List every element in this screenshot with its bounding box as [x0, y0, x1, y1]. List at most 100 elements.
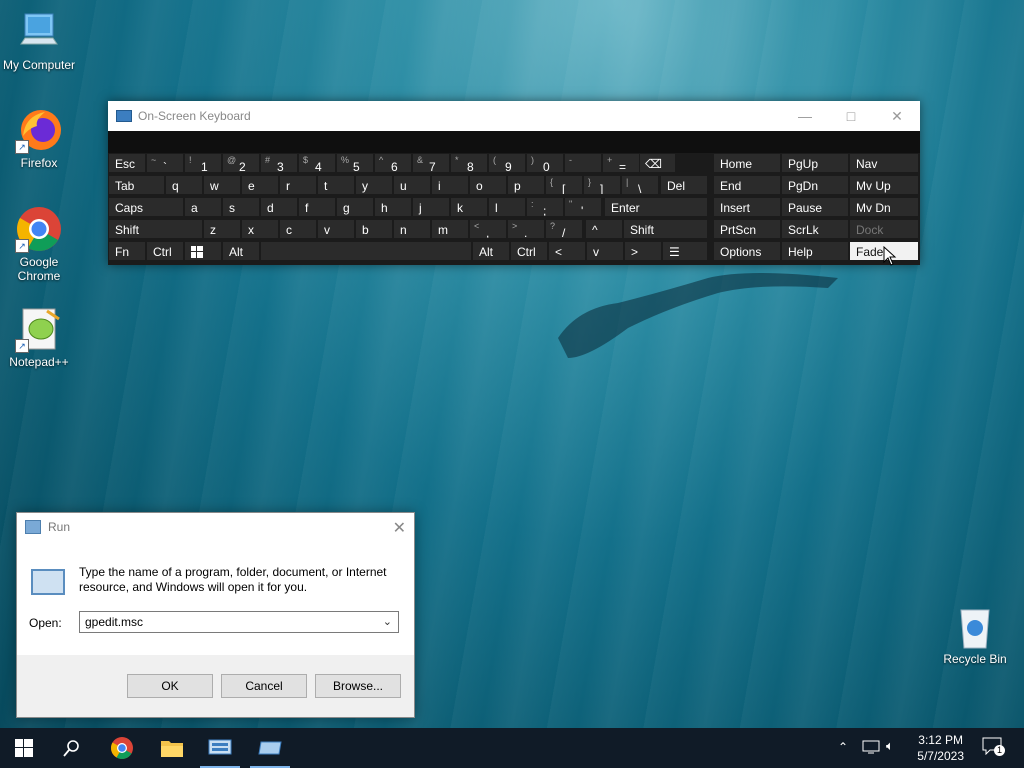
key-backspace[interactable]: ⌫	[638, 153, 676, 173]
key-del[interactable]: Del	[660, 175, 708, 195]
key-a[interactable]: a	[184, 197, 222, 217]
key-e[interactable]: e	[241, 175, 279, 195]
key-alt-right[interactable]: Alt	[472, 241, 510, 261]
key-mv-up[interactable]: Mv Up	[849, 175, 919, 195]
clock[interactable]: 3:12 PM 5/7/2023	[917, 732, 964, 764]
key-num-0[interactable]: ~ `	[146, 153, 184, 173]
browse-button[interactable]: Browse...	[315, 674, 401, 698]
key-z-extra-2[interactable]: ? /	[545, 219, 583, 239]
key-shift-right[interactable]: Shift	[623, 219, 708, 239]
open-combobox[interactable]: gpedit.msc ⌄	[79, 611, 399, 633]
key-enter[interactable]: Enter	[604, 197, 708, 217]
desktop-icon-my-computer[interactable]: My Computer	[1, 8, 77, 72]
open-input-value[interactable]: gpedit.msc	[85, 615, 143, 629]
key-alt-left[interactable]: Alt	[222, 241, 260, 261]
ok-button[interactable]: OK	[127, 674, 213, 698]
volume-icon[interactable]: 🔈︎	[886, 738, 894, 754]
key-o[interactable]: o	[469, 175, 507, 195]
key-n[interactable]: n	[393, 219, 431, 239]
maximize-button[interactable]: □	[828, 101, 874, 131]
key-mv-dn[interactable]: Mv Dn	[849, 197, 919, 217]
key-up-arrow[interactable]: ^	[585, 219, 623, 239]
key-windows[interactable]	[184, 241, 222, 261]
cancel-button[interactable]: Cancel	[221, 674, 307, 698]
taskbar-osk[interactable]	[196, 728, 244, 768]
action-center-button[interactable]: 1	[982, 737, 1005, 757]
key-j[interactable]: j	[412, 197, 450, 217]
key-z-extra-0[interactable]: <,	[469, 219, 507, 239]
key-num-12[interactable]: + =	[602, 153, 640, 173]
key-scrlk[interactable]: ScrLk	[781, 219, 849, 239]
key-f[interactable]: f	[298, 197, 336, 217]
key-ctrl-left[interactable]: Ctrl	[146, 241, 184, 261]
key-c[interactable]: c	[279, 219, 317, 239]
key-pause[interactable]: Pause	[781, 197, 849, 217]
key-z-extra-1[interactable]: >.	[507, 219, 545, 239]
key-k[interactable]: k	[450, 197, 488, 217]
key-i[interactable]: i	[431, 175, 469, 195]
key-down-arrow[interactable]: v	[586, 241, 624, 261]
run-title-bar[interactable]: Run ✕	[17, 513, 414, 541]
key-tab[interactable]: Tab	[108, 175, 165, 195]
key-num-7[interactable]: & 7	[412, 153, 450, 173]
key-right-arrow[interactable]: >	[624, 241, 662, 261]
key-end[interactable]: End	[713, 175, 781, 195]
desktop-icon-recycle-bin[interactable]: Recycle Bin	[937, 602, 1013, 666]
taskbar-chrome[interactable]	[98, 728, 146, 768]
key-x[interactable]: x	[241, 219, 279, 239]
key-d[interactable]: d	[260, 197, 298, 217]
start-button[interactable]	[0, 728, 48, 768]
key-num-4[interactable]: $4	[298, 153, 336, 173]
key-r[interactable]: r	[279, 175, 317, 195]
key-left-arrow[interactable]: <	[548, 241, 586, 261]
key-b[interactable]: b	[355, 219, 393, 239]
key-home[interactable]: Home	[713, 153, 781, 173]
key-m[interactable]: m	[431, 219, 469, 239]
key-num-9[interactable]: (9	[488, 153, 526, 173]
key-num-3[interactable]: #3	[260, 153, 298, 173]
key-nav[interactable]: Nav	[849, 153, 919, 173]
key-ctrl-right[interactable]: Ctrl	[510, 241, 548, 261]
key-num-6[interactable]: ^ 6	[374, 153, 412, 173]
key-options[interactable]: Options	[713, 241, 781, 261]
key-h[interactable]: h	[374, 197, 412, 217]
key-pgup[interactable]: PgUp	[781, 153, 849, 173]
desktop-icon-firefox[interactable]: ↗ Firefox	[1, 106, 77, 170]
close-button[interactable]: ✕	[874, 101, 920, 131]
chevron-down-icon[interactable]: ⌄	[383, 615, 392, 628]
key-esc[interactable]: Esc	[108, 153, 146, 173]
key-l[interactable]: l	[488, 197, 526, 217]
key-insert[interactable]: Insert	[713, 197, 781, 217]
key-prtscn[interactable]: PrtScn	[713, 219, 781, 239]
key-num-2[interactable]: @2	[222, 153, 260, 173]
key-u[interactable]: u	[393, 175, 431, 195]
taskbar-run[interactable]	[246, 728, 294, 768]
key-s[interactable]: s	[222, 197, 260, 217]
key-q[interactable]: q	[165, 175, 203, 195]
key-q-extra-2[interactable]: | \	[621, 175, 659, 195]
key-fn[interactable]: Fn	[108, 241, 146, 261]
key-caps[interactable]: Caps	[108, 197, 184, 217]
key-p[interactable]: p	[507, 175, 545, 195]
key-q-extra-1[interactable]: }]	[583, 175, 621, 195]
osk-title-bar[interactable]: On-Screen Keyboard — □ ✕	[108, 101, 920, 131]
network-icon[interactable]	[862, 739, 880, 760]
key-v[interactable]: v	[317, 219, 355, 239]
key-pgdn[interactable]: PgDn	[781, 175, 849, 195]
chevron-up-icon[interactable]: ⌃	[838, 740, 848, 754]
key-help[interactable]: Help	[781, 241, 849, 261]
key-num-10[interactable]: ) 0	[526, 153, 564, 173]
key-z[interactable]: z	[203, 219, 241, 239]
minimize-button[interactable]: —	[782, 101, 828, 131]
taskbar-file-explorer[interactable]	[148, 728, 196, 768]
key-shift-left[interactable]: Shift	[108, 219, 203, 239]
key-w[interactable]: w	[203, 175, 241, 195]
key-a-extra-1[interactable]: " '	[564, 197, 602, 217]
key-a-extra-0[interactable]: :;	[526, 197, 564, 217]
key-num-1[interactable]: ! 1	[184, 153, 222, 173]
desktop-icon-notepad-plus-plus[interactable]: ↗ Notepad++	[1, 305, 77, 369]
key-q-extra-0[interactable]: {[	[545, 175, 583, 195]
key-g[interactable]: g	[336, 197, 374, 217]
key-num-11[interactable]: - _	[564, 153, 602, 173]
close-icon[interactable]: ✕	[393, 518, 406, 538]
